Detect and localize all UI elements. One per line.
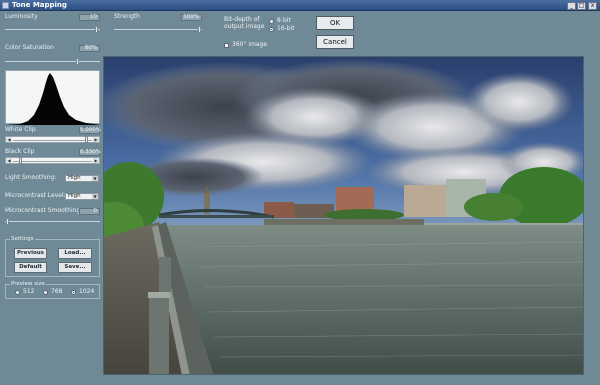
radio-16-bit-label: 16-bit [277,25,295,32]
preview-image[interactable] [103,56,584,375]
light-smoothing-label: Light Smoothing: [5,174,57,181]
light-smoothing-select[interactable]: High ▼ [65,175,99,182]
360-image-checkbox[interactable] [224,43,229,48]
white-clip-value[interactable]: 5.000% [79,127,101,134]
strength-value[interactable]: 100% [181,14,202,21]
settings-group: Settings Previous Load... Default Save..… [5,236,100,277]
color-saturation-slider[interactable] [5,58,100,65]
histogram [5,70,101,125]
cancel-button[interactable]: Cancel [316,35,354,49]
black-clip-value[interactable]: 0.330% [79,149,101,156]
ok-button[interactable]: OK [316,16,354,30]
strength-label: Strength [114,13,140,20]
load-button[interactable]: Load... [58,248,92,259]
luminosity-value[interactable]: 10 [79,14,100,21]
color-saturation-value[interactable]: 80% [79,45,100,52]
preview-size-title: Preview size [10,281,46,287]
bit-depth-label-line2: output image [224,23,265,30]
slider-thumb[interactable] [85,136,88,143]
slider-thumb[interactable] [19,157,22,164]
radio-8-bit-label: 8-bit [277,17,291,24]
hdr-river-city-photo [104,57,583,374]
strength-slider[interactable] [114,26,202,33]
app-icon [2,2,9,9]
selected-value: High [68,175,81,181]
chevron-down-icon[interactable]: ▼ [92,194,98,199]
color-saturation-label: Color Saturation [5,44,54,51]
slider-track [114,29,202,30]
maximize-button[interactable]: □ [577,2,586,10]
slider-thumb[interactable] [76,58,79,65]
scroll-right-icon[interactable]: ▶ [93,137,99,142]
white-clip-slider[interactable]: ◀ ▶ [5,136,100,143]
slider-thumb[interactable] [6,218,9,225]
minimize-button[interactable]: _ [567,2,576,10]
microcontrast-smoothing-label: Microcontrast Smoothing [5,207,81,214]
settings-title: Settings [10,236,35,242]
radio-8-bit[interactable] [269,19,274,24]
histogram-graph [6,73,101,125]
slider-track [13,140,92,141]
radio-512-label: 512 [23,288,35,295]
black-clip-label: Black Clip [5,148,35,155]
scroll-left-icon[interactable]: ◀ [6,158,12,163]
radio-768[interactable] [43,290,48,295]
previous-button[interactable]: Previous [14,248,47,259]
selected-value: High [68,193,81,199]
microcontrast-level-label: Microcontrast Level: [5,192,66,199]
chevron-down-icon[interactable]: ▼ [92,176,98,181]
window-title: Tone Mapping [12,1,67,9]
slider-thumb[interactable] [198,26,201,33]
slider-track [5,221,100,222]
microcontrast-smoothing-value[interactable]: 0 [79,208,100,215]
close-button[interactable]: x [588,2,597,10]
360-image-label: 360° image [232,41,268,48]
microcontrast-level-select[interactable]: High ▼ [65,193,99,200]
default-button[interactable]: Default [14,262,47,273]
black-clip-slider[interactable]: ◀ ▶ [5,157,100,164]
radio-16-bit[interactable] [269,27,274,32]
radio-1024[interactable] [71,290,76,295]
radio-512[interactable] [15,290,20,295]
title-bar: Tone Mapping _ □ x [0,0,600,11]
luminosity-label: Luminosity [5,13,38,20]
save-button[interactable]: Save... [58,262,92,273]
slider-track [13,161,92,162]
white-clip-label: White Clip [5,126,36,133]
slider-thumb[interactable] [95,26,98,33]
scroll-right-icon[interactable]: ▶ [93,158,99,163]
radio-1024-label: 1024 [79,288,95,295]
slider-track [5,61,100,62]
slider-track [5,29,100,30]
microcontrast-smoothing-slider[interactable] [5,218,100,225]
radio-768-label: 768 [51,288,63,295]
preview-size-group: Preview size 512 768 1024 [5,281,100,299]
scroll-left-icon[interactable]: ◀ [6,137,12,142]
luminosity-slider[interactable] [5,26,100,33]
